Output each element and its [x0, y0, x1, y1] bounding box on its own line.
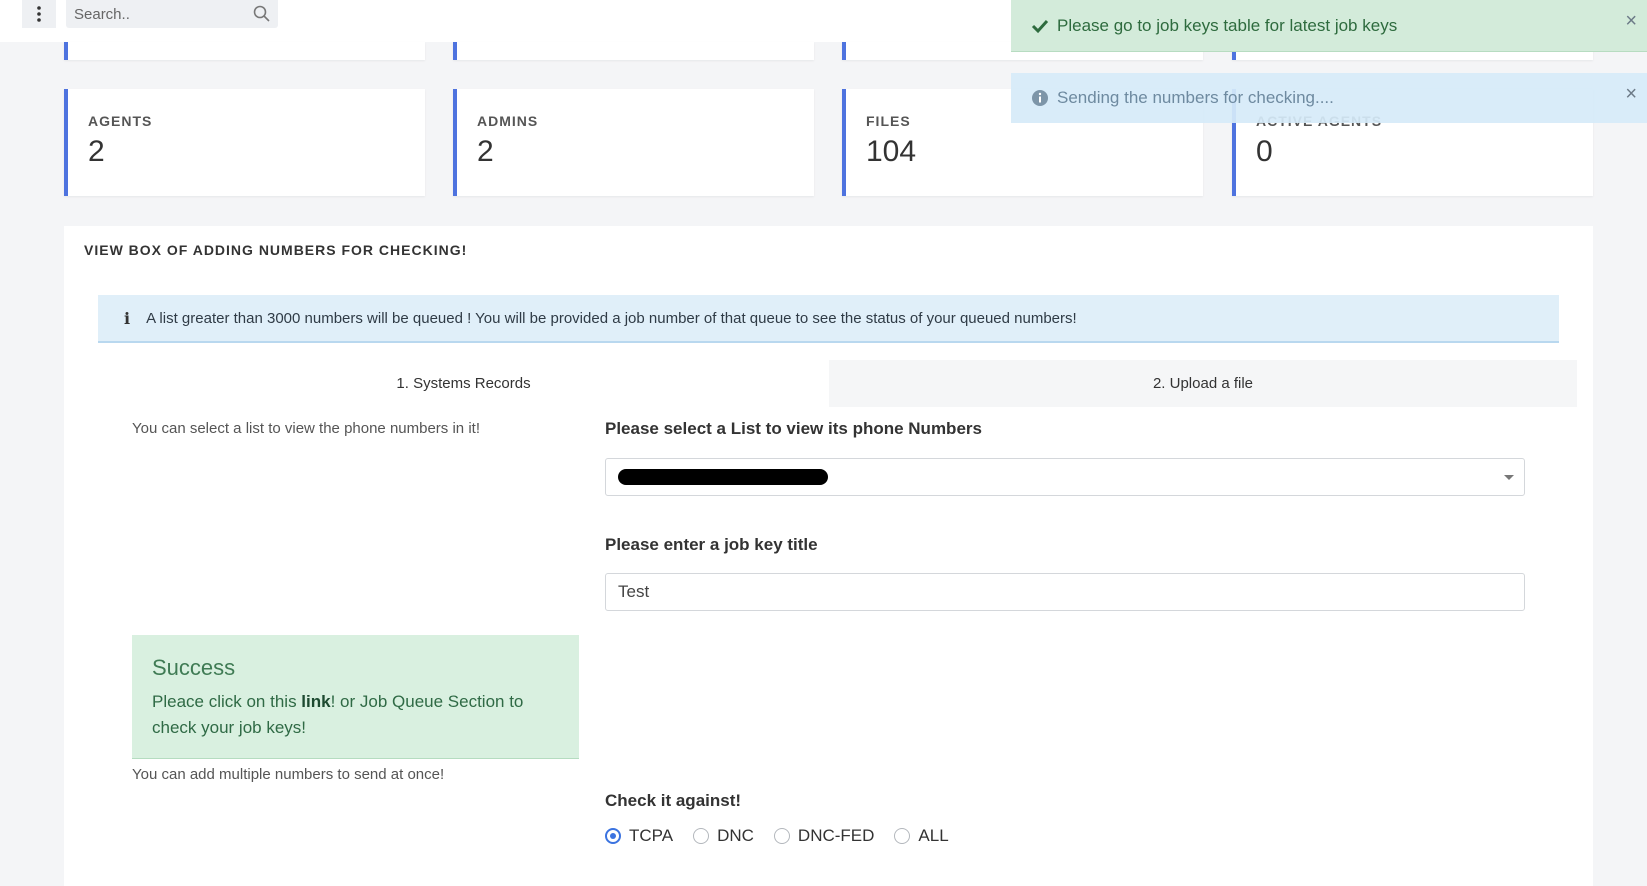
success-alert: Success Pleace click on this link! or Jo…: [132, 635, 579, 759]
queue-info-alert: i A list greater than 3000 numbers will …: [98, 295, 1559, 343]
search-box: [66, 0, 278, 28]
tab-systems-records[interactable]: 1. Systems Records: [98, 360, 829, 407]
radio-button[interactable]: [894, 828, 911, 844]
vertical-dots-icon: [37, 6, 41, 22]
stat-card-partial: [453, 42, 814, 60]
success-title: Success: [152, 655, 236, 680]
search-icon[interactable]: [253, 5, 270, 22]
toast-message: Sending the numbers for checking....: [1057, 88, 1334, 107]
radio-dnc[interactable]: DNC: [693, 826, 754, 846]
select-helper-text: You can select a list to view the phone …: [132, 420, 480, 437]
list-select[interactable]: [605, 458, 1525, 496]
search-input[interactable]: [66, 0, 246, 28]
radio-dnc-fed[interactable]: DNC-FED: [773, 826, 875, 846]
stat-value: 2: [477, 135, 494, 168]
radio-label: DNC: [717, 826, 754, 845]
radio-button[interactable]: [773, 828, 790, 844]
radio-button[interactable]: [693, 828, 710, 844]
checkmark-icon: [1031, 19, 1049, 33]
radio-button[interactable]: [605, 828, 621, 844]
stat-label: AGENTS: [88, 113, 153, 129]
check-against-radio-group: TCPA DNC DNC-FED ALL: [605, 826, 969, 846]
check-against-label: Check it against!: [605, 791, 742, 810]
job-title-label: Please enter a job key title: [605, 535, 818, 554]
radio-tcpa[interactable]: TCPA: [605, 826, 673, 846]
success-body: Pleace click on this link! or Job Queue …: [152, 689, 559, 741]
radio-label: TCPA: [629, 826, 674, 845]
stat-card-partial: [64, 42, 425, 60]
stat-label: FILES: [866, 113, 911, 129]
more-menu-button[interactable]: [22, 0, 56, 28]
stat-value: 104: [866, 135, 917, 168]
success-toast: Please go to job keys table for latest j…: [1011, 0, 1647, 52]
radio-label: DNC-FED: [797, 826, 875, 845]
stat-label: ADMINS: [477, 113, 539, 129]
toast-message: Please go to job keys table for latest j…: [1057, 15, 1398, 35]
chevron-down-icon: [1504, 475, 1514, 480]
success-text: Pleace click on this: [152, 692, 302, 711]
redacted-value: [618, 469, 828, 485]
job-title-input[interactable]: [605, 573, 1525, 611]
alert-text: A list greater than 3000 numbers will be…: [146, 309, 1077, 327]
stat-card-admins: ADMINS 2: [453, 89, 814, 196]
tab-upload-file[interactable]: 2. Upload a file: [829, 360, 1577, 407]
stat-value: 0: [1256, 135, 1273, 168]
multi-helper-text: You can add multiple numbers to send at …: [132, 766, 445, 783]
stat-card-agents: AGENTS 2: [64, 89, 425, 196]
job-keys-link[interactable]: link: [301, 692, 330, 711]
radio-all[interactable]: ALL: [894, 826, 949, 846]
info-icon: [1032, 90, 1048, 106]
info-toast: Sending the numbers for checking.... ×: [1011, 73, 1647, 123]
stat-value: 2: [88, 135, 105, 168]
list-select-label: Please select a List to view its phone N…: [605, 419, 982, 438]
add-numbers-panel: VIEW BOX OF ADDING NUMBERS FOR CHECKING!…: [64, 226, 1593, 886]
radio-label: ALL: [918, 826, 949, 845]
panel-title: VIEW BOX OF ADDING NUMBERS FOR CHECKING!: [84, 242, 468, 258]
close-icon[interactable]: ×: [1625, 10, 1637, 33]
close-icon[interactable]: ×: [1625, 83, 1637, 106]
info-icon: i: [124, 308, 131, 328]
